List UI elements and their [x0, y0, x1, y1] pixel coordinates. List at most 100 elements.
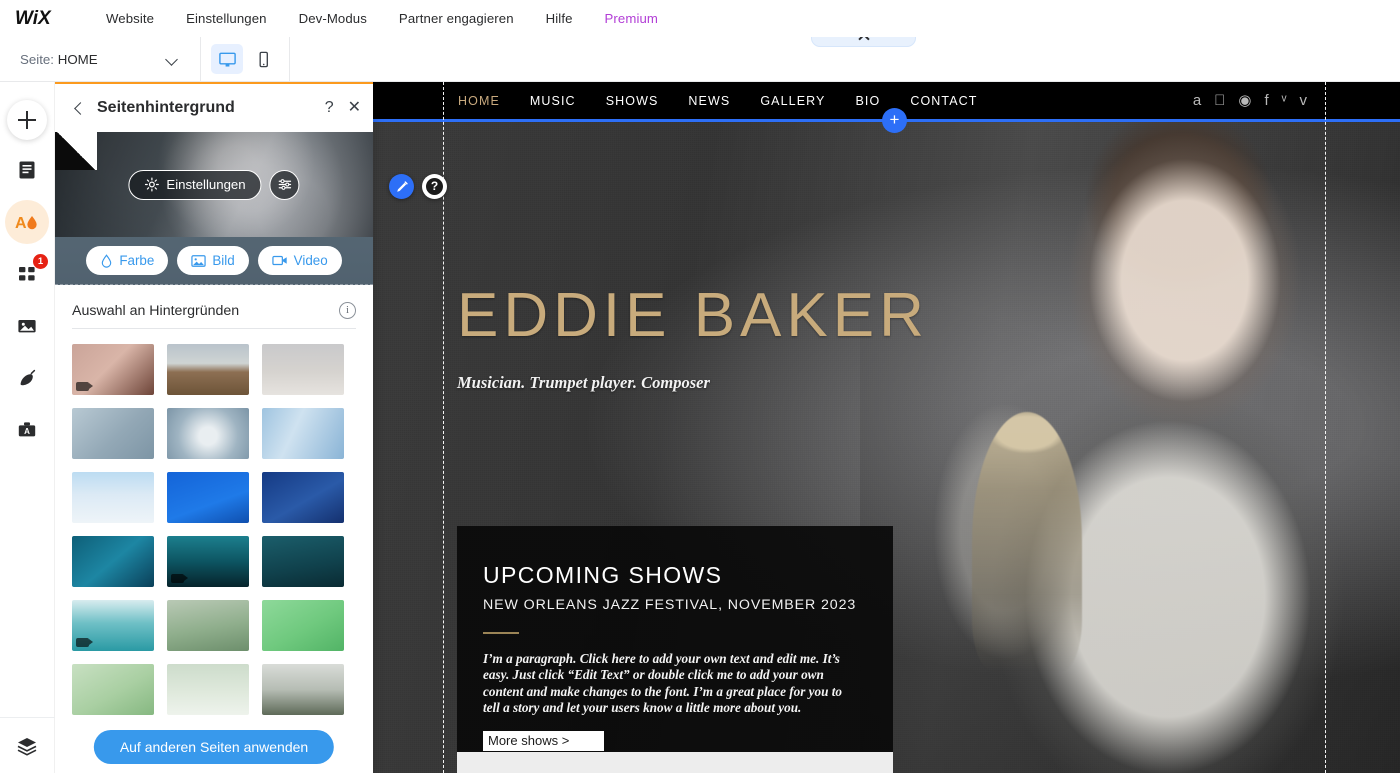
site-nav-bio[interactable]: BIO — [840, 94, 895, 108]
wix-logo[interactable]: WiX — [14, 5, 68, 31]
thumb-yoga-pose-grey[interactable] — [262, 344, 344, 395]
top-menu-item-dev-modus[interactable]: Dev-Modus — [283, 11, 383, 26]
add-elements-button[interactable] — [7, 100, 47, 140]
top-menu-item-einstellungen[interactable]: Einstellungen — [170, 11, 282, 26]
editor-top-bar: WiX Website Einstellungen Dev-Modus Part… — [0, 0, 1400, 37]
spotify-icon[interactable]: ◉ — [1238, 93, 1251, 108]
thumb-tennis-player[interactable] — [262, 472, 344, 523]
facebook-icon[interactable]: f — [1265, 93, 1269, 108]
panel-help-button[interactable]: ? — [325, 100, 334, 116]
upcoming-shows-card[interactable]: UPCOMING SHOWS NEW ORLEANS JAZZ FESTIVAL… — [457, 526, 893, 773]
sidebar-item-media[interactable] — [5, 304, 49, 348]
pen-icon — [396, 180, 408, 192]
sidebar-item-layers[interactable] — [0, 717, 55, 773]
panel-back-button[interactable] — [69, 97, 91, 119]
sidebar-item-background-theme[interactable]: A — [5, 200, 49, 244]
apply-to-other-pages-button[interactable]: Auf anderen Seiten anwenden — [93, 730, 335, 764]
page-selector[interactable]: Seite: HOME — [0, 37, 200, 82]
site-nav-news[interactable]: NEWS — [673, 94, 745, 108]
background-preview-controls: Einstellungen — [128, 169, 300, 200]
mobile-icon — [259, 51, 268, 67]
edit-pen-button[interactable] — [389, 174, 414, 199]
sidebar-item-business-tools[interactable]: A — [5, 408, 49, 452]
media-image-icon — [18, 320, 36, 333]
apple-icon[interactable]:  — [1214, 93, 1225, 108]
stage-floating-tools: ? — [389, 174, 447, 199]
mobile-view-button[interactable] — [247, 44, 279, 74]
thumb-reading-bench[interactable] — [167, 600, 249, 651]
page-selector-label: Seite: HOME — [20, 52, 98, 67]
site-nav-gallery[interactable]: GALLERY — [745, 94, 840, 108]
wix-logo-svg: WiX — [15, 8, 52, 29]
chevron-down-icon — [165, 52, 178, 66]
thumb-leaf-shadow-pink[interactable] — [72, 344, 154, 395]
video-badge-icon — [171, 574, 188, 583]
thumb-sea-horizon[interactable] — [72, 600, 154, 651]
info-icon[interactable]: i — [339, 302, 356, 319]
hero-section[interactable]: EDDIE BAKER Musician. Trumpet player. Co… — [373, 122, 1400, 773]
panel-header-actions: ? ✕ — [325, 100, 361, 116]
background-preview: Einstellungen — [55, 132, 373, 237]
vimeo-icon[interactable]: v — [1300, 93, 1308, 108]
sliders-icon — [278, 179, 291, 190]
panel-close-button[interactable]: ✕ — [348, 100, 361, 116]
video-badge-icon — [76, 638, 93, 647]
site-nav-home[interactable]: HOME — [443, 94, 515, 108]
thumb-avocado-flatlay[interactable] — [72, 664, 154, 715]
background-type-farbe-label: Farbe — [119, 253, 155, 268]
bottom-content-strip — [457, 752, 893, 773]
thumb-glass-building[interactable] — [262, 408, 344, 459]
site-social-links: a  ◉ fᵛv — [1193, 93, 1307, 108]
background-selection-header: Auswahl an Hintergründen i — [55, 285, 373, 328]
more-shows-button[interactable]: More shows > — [483, 730, 604, 751]
top-menu-item-partner[interactable]: Partner engagieren — [383, 11, 530, 26]
thumb-deep-sea-divers[interactable] — [262, 536, 344, 587]
top-menu-item-website[interactable]: Website — [90, 11, 170, 26]
svg-text:WiX: WiX — [15, 8, 52, 29]
page-selector-value: HOME — [57, 51, 98, 67]
amazon-icon[interactable]: a — [1193, 93, 1201, 108]
hero-subtitle[interactable]: Musician. Trumpet player. Composer — [457, 373, 710, 393]
thumb-santorini-blue[interactable] — [72, 472, 154, 523]
chevron-left-icon — [73, 101, 87, 115]
site-nav-music[interactable]: MUSIC — [515, 94, 591, 108]
site-nav-contact[interactable]: CONTACT — [895, 94, 992, 108]
top-menu-item-hilfe[interactable]: Hilfe — [530, 11, 589, 26]
add-section-button[interactable]: + — [882, 108, 907, 133]
wix-editor-root: WiX Website Einstellungen Dev-Modus Part… — [0, 0, 1400, 773]
top-menu-item-premium[interactable]: Premium — [589, 11, 674, 26]
business-tools-icon: A — [18, 422, 36, 437]
thumb-bottles-pattern[interactable] — [72, 408, 154, 459]
background-type-bild[interactable]: Bild — [177, 246, 249, 275]
svg-text:A: A — [24, 427, 30, 436]
thumb-minimal-plant[interactable] — [167, 664, 249, 715]
panel-header: Seitenhintergrund ? ✕ — [55, 84, 373, 132]
thumb-desert-mountain[interactable] — [167, 344, 249, 395]
thumb-snow-valley[interactable] — [262, 664, 344, 715]
help-button[interactable]: ? — [422, 174, 447, 199]
background-adjust-button[interactable] — [269, 169, 300, 200]
upcoming-shows-paragraph: I’m a paragraph. Click here to add your … — [483, 651, 842, 716]
site-nav-shows[interactable]: SHOWS — [591, 94, 674, 108]
sidebar-item-pages[interactable] — [5, 148, 49, 192]
video-camera-icon — [271, 255, 287, 266]
thumb-city-abstract-teal[interactable] — [72, 536, 154, 587]
desktop-view-button[interactable] — [211, 44, 243, 74]
background-settings-button[interactable]: Einstellungen — [128, 169, 262, 200]
layout-guide-right — [1325, 82, 1326, 773]
page-selector-key: Seite: — [20, 51, 55, 67]
sidebar-item-apps[interactable]: 1 — [5, 252, 49, 296]
sidebar-item-blog[interactable] — [5, 356, 49, 400]
thumb-green-smoothies[interactable] — [262, 600, 344, 651]
hero-title[interactable]: EDDIE BAKER — [457, 280, 929, 351]
left-icon-rail: A 1 A — [0, 82, 55, 773]
thumb-person-curled[interactable] — [167, 408, 249, 459]
twitter-icon[interactable]: ᵛ — [1282, 93, 1287, 108]
background-type-farbe[interactable]: Farbe — [86, 246, 169, 275]
upcoming-shows-divider — [483, 632, 519, 634]
panel-title: Seitenhintergrund — [97, 99, 235, 116]
background-type-video[interactable]: Video — [257, 246, 342, 275]
thumb-orange-splash-blue[interactable] — [167, 472, 249, 523]
site-preview-stage: HOMEMUSICSHOWSNEWSGALLERYBIOCONTACT a  ◉ f… — [373, 82, 1400, 773]
thumb-underwater-cave[interactable] — [167, 536, 249, 587]
